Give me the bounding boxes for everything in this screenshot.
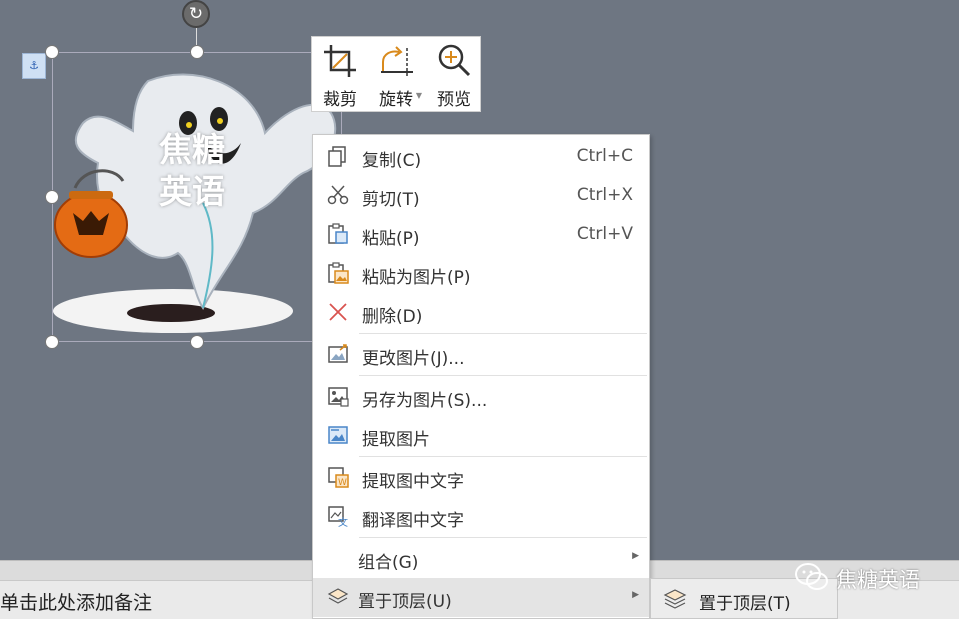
extract-text-icon: W [328,467,349,488]
menu-item-change-picture[interactable]: 更改图片(J)... [313,335,649,374]
rotate-icon [381,46,413,78]
menu-item-copy[interactable]: 复制(C) Ctrl+C [313,137,649,176]
menu-item-shortcut: Ctrl+C [576,146,633,166]
svg-text:W: W [338,478,347,488]
menu-item-label: 更改图片(J)... [362,349,465,369]
menu-item-paste-as-picture[interactable]: 粘贴为图片(P) [313,254,649,293]
preview-label: 预览 [437,90,471,110]
menu-item-extract-picture[interactable]: 提取图片 [313,416,649,455]
resize-handle-top-middle[interactable] [190,45,204,59]
menu-item-label: 翻译图中文字 [362,511,464,531]
menu-item-label: 置于顶层(U) [358,592,452,612]
menu-item-translate-text[interactable]: 文 翻译图中文字 [313,497,649,536]
picture-watermark-text: 焦糖 英语 [159,129,225,213]
menu-separator [359,456,647,457]
watermark-text: 焦糖英语 [836,568,920,592]
picture-watermark-line1: 焦糖 [159,130,225,169]
paste-as-picture-icon [328,262,349,284]
menu-separator [359,537,647,538]
menu-item-paste[interactable]: 粘贴(P) Ctrl+V [313,215,649,254]
svg-text:文: 文 [338,516,348,527]
rotate-handle[interactable]: ↻ [182,0,210,28]
resize-handle-bottom-left[interactable] [45,335,59,349]
extract-picture-icon [328,426,348,444]
translate-text-icon: 文 [328,506,348,527]
crop-label: 裁剪 [323,90,357,110]
wechat-watermark: 焦糖英语 [794,562,954,596]
menu-item-label: 粘贴为图片(P) [362,268,471,288]
menu-item-group[interactable]: 组合(G) ▶ [313,539,649,578]
rotate-handle-stem [196,28,197,45]
submenu-arrow-icon: ▶ [632,551,639,561]
submenu-item-label: 置于顶层(T) [699,594,791,614]
paste-icon [328,223,348,244]
menu-item-save-as-picture[interactable]: 另存为图片(S)... [313,377,649,416]
anchor-icon[interactable]: ⚓ [22,53,46,79]
menu-item-shortcut: Ctrl+X [576,185,633,205]
bring-to-front-icon [663,589,687,609]
menu-item-label: 另存为图片(S)... [362,391,488,411]
resize-handle-middle-left[interactable] [45,190,59,204]
wechat-icon [795,563,828,590]
menu-item-label: 提取图中文字 [362,472,464,492]
crop-button[interactable]: 裁剪 [312,37,368,113]
selected-picture[interactable]: 焦糖 英语 [52,52,342,342]
menu-item-label: 删除(D) [362,307,423,327]
menu-separator [359,333,647,334]
preview-button[interactable]: 预览 [426,37,482,113]
menu-item-extract-text[interactable]: W 提取图中文字 [313,458,649,497]
picture-mini-toolbar: 裁剪 旋转 ▼ 预览 [311,36,481,112]
menu-item-label: 组合(G) [358,553,419,573]
notes-placeholder[interactable]: 单击此处添加备注 [0,588,152,615]
crop-icon [324,45,356,77]
magnifier-icon [438,44,471,77]
menu-item-label: 提取图片 [362,430,430,450]
save-as-picture-icon [328,387,349,407]
menu-item-delete[interactable]: 删除(D) [313,293,649,332]
menu-item-cut[interactable]: 剪切(T) Ctrl+X [313,176,649,215]
bring-to-front-icon [327,588,349,604]
menu-item-label: 粘贴(P) [362,229,420,249]
menu-item-shortcut: Ctrl+V [576,224,633,244]
picture-watermark-line2: 英语 [159,172,225,211]
menu-item-bring-to-front[interactable]: 置于顶层(U) ▶ [313,578,649,617]
resize-handle-bottom-middle[interactable] [190,335,204,349]
context-menu: 复制(C) Ctrl+C 剪切(T) Ctrl+X 粘贴(P) Ctrl+V 粘… [312,134,650,619]
submenu-arrow-icon: ▶ [632,590,639,600]
change-picture-icon [328,344,348,363]
rotate-button[interactable]: 旋转 ▼ [368,37,424,113]
delete-icon [329,303,347,321]
menu-item-label: 剪切(T) [362,190,420,210]
menu-separator [359,375,647,376]
scissors-icon [327,185,349,205]
copy-icon [328,146,346,167]
menu-item-label: 复制(C) [362,151,422,171]
resize-handle-top-left[interactable] [45,45,59,59]
rotate-dropdown-caret-icon[interactable]: ▼ [416,91,422,100]
